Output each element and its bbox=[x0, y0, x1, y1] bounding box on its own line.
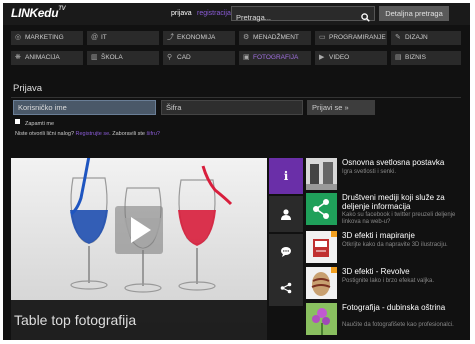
article-desc: Kako su facebook i twitter preuzeli delj… bbox=[342, 212, 456, 225]
category-label: IT bbox=[101, 34, 107, 41]
search-input[interactable] bbox=[232, 10, 358, 25]
account-help: Niste otvorili lični nalog? Registrujte … bbox=[15, 131, 160, 137]
category-biznis[interactable]: ▤ BIZNIS bbox=[391, 51, 461, 65]
briefcase-icon: ▤ bbox=[395, 54, 402, 61]
pen-icon: ✎ bbox=[395, 34, 401, 41]
category-label: DIZAJN bbox=[405, 34, 428, 41]
remember-row bbox=[15, 119, 23, 125]
top-bar: LINKeduTV prijava registracija Detaljna … bbox=[3, 3, 470, 25]
remember-label: Zapamti me bbox=[25, 121, 55, 127]
category-label: ŠKOLA bbox=[101, 54, 123, 61]
school-icon: ▥ bbox=[91, 54, 98, 61]
logo-text: LINKedu bbox=[11, 6, 59, 20]
category-video[interactable]: ▶ VIDEO bbox=[315, 51, 387, 65]
hero-caption: Table top fotografija bbox=[11, 300, 267, 340]
category-label: EKONOMIJA bbox=[177, 34, 216, 41]
animation-icon: ❋ bbox=[15, 54, 21, 61]
category-programiranje[interactable]: ▭ PROGRAMIRANJE bbox=[315, 31, 387, 45]
category-skola[interactable]: ▥ ŠKOLA bbox=[87, 51, 159, 65]
article-item[interactable]: 3D efekti i mapiranje Otkrijte kako da n… bbox=[306, 231, 466, 267]
article-title: Fotografija - dubinska oštrina bbox=[342, 303, 446, 312]
user-icon bbox=[269, 196, 303, 232]
article-desc: Postignite lako i brzo efekat valjka. bbox=[342, 278, 435, 284]
remember-checkbox[interactable] bbox=[15, 119, 20, 125]
article-thumbnail bbox=[306, 303, 337, 335]
search-box bbox=[231, 6, 375, 25]
category-ekonomija[interactable]: ⤴ EKONOMIJA bbox=[163, 31, 235, 45]
category-dizajn[interactable]: ✎ DIZAJN bbox=[391, 31, 461, 45]
article-item[interactable]: Osnovna svetlosna postavka Igra svetlost… bbox=[306, 158, 466, 194]
category-menadzment[interactable]: ⚙ MENADŽMENT bbox=[239, 31, 311, 45]
article-item[interactable]: Fotografija - dubinska oštrina Naučite d… bbox=[306, 303, 466, 339]
article-title: Društveni mediji koji služe za deljenje … bbox=[342, 193, 445, 211]
user-button[interactable] bbox=[269, 196, 303, 232]
share-button[interactable] bbox=[269, 270, 303, 306]
article-title: 3D efekti i mapiranje bbox=[342, 231, 415, 240]
article-title: 3D efekti - Revolve bbox=[342, 267, 410, 276]
logo-tv: TV bbox=[58, 6, 66, 12]
category-cad[interactable]: ⚲ CAD bbox=[163, 51, 235, 65]
article-desc: Otkrijte kako da napravite 3D ilustracij… bbox=[342, 242, 448, 248]
article-title: Osnovna svetlosna postavka bbox=[342, 158, 445, 167]
category-label: MARKETING bbox=[25, 34, 64, 41]
article-desc: Naučite da fotografišete kao profesional… bbox=[342, 322, 454, 328]
forgot-password-link[interactable]: šifru? bbox=[146, 131, 159, 137]
category-label: BIZNIS bbox=[405, 54, 426, 61]
article-thumbnail bbox=[306, 158, 337, 190]
page-frame: LINKeduTV prijava registracija Detaljna … bbox=[3, 3, 470, 340]
login-link[interactable]: prijava bbox=[171, 10, 192, 17]
camera-icon: ▣ bbox=[243, 54, 250, 61]
share-icon bbox=[269, 270, 303, 306]
category-label: MENADŽMENT bbox=[253, 34, 299, 41]
username-field[interactable] bbox=[13, 100, 156, 115]
comment-button[interactable] bbox=[269, 234, 303, 270]
compass-icon: ⚲ bbox=[167, 54, 173, 61]
category-label: ANIMACIJA bbox=[25, 54, 60, 61]
login-button[interactable]: Prijavi se » bbox=[307, 100, 375, 115]
article-desc: Igra svetlosti i senki. bbox=[342, 169, 397, 175]
category-label: PROGRAMIRANJE bbox=[329, 34, 386, 41]
no-account-text: Niste otvorili lični nalog? bbox=[15, 131, 74, 137]
logo[interactable]: LINKeduTV bbox=[11, 6, 66, 20]
article-item[interactable]: 3D efekti - Revolve Postignite lako i br… bbox=[306, 267, 466, 303]
login-title: Prijava bbox=[13, 83, 43, 94]
search-icon[interactable] bbox=[361, 9, 370, 27]
category-animacija[interactable]: ❋ ANIMACIJA bbox=[11, 51, 83, 65]
article-thumbnail bbox=[306, 193, 337, 225]
article-item[interactable]: Društveni mediji koji služe za deljenje … bbox=[306, 193, 466, 229]
comment-icon bbox=[269, 234, 303, 270]
divider bbox=[11, 97, 461, 98]
article-thumbnail bbox=[306, 231, 337, 263]
play-button[interactable] bbox=[115, 206, 163, 254]
category-label: CAD bbox=[177, 54, 191, 61]
category-marketing[interactable]: ◎ MARKETING bbox=[11, 31, 83, 45]
chart-icon: ⤴ bbox=[167, 34, 174, 41]
info-icon: ℹ bbox=[283, 169, 289, 183]
detailed-search-button[interactable]: Detaljna pretraga bbox=[379, 6, 449, 21]
at-icon: @ bbox=[91, 34, 99, 41]
video-icon: ▶ bbox=[319, 54, 325, 61]
code-icon: ▭ bbox=[319, 34, 326, 41]
hero-video[interactable]: Table top fotografija bbox=[11, 158, 267, 340]
info-button[interactable]: ℹ bbox=[269, 158, 303, 194]
article-thumbnail bbox=[306, 267, 337, 299]
category-it[interactable]: @ IT bbox=[87, 31, 159, 45]
register-link[interactable]: registracija bbox=[197, 10, 231, 17]
target-icon: ◎ bbox=[15, 34, 22, 41]
category-fotografija[interactable]: ▣ FOTOGRAFIJA bbox=[239, 51, 311, 65]
category-label: VIDEO bbox=[329, 54, 350, 61]
forgot-text: Zaboravili ste bbox=[112, 131, 145, 137]
hero-title[interactable]: Table top fotografija bbox=[14, 312, 136, 328]
category-label: FOTOGRAFIJA bbox=[253, 54, 299, 61]
register-link-2[interactable]: Registrujte se bbox=[76, 131, 110, 137]
password-field[interactable] bbox=[161, 100, 303, 115]
gear-icon: ⚙ bbox=[243, 34, 250, 41]
